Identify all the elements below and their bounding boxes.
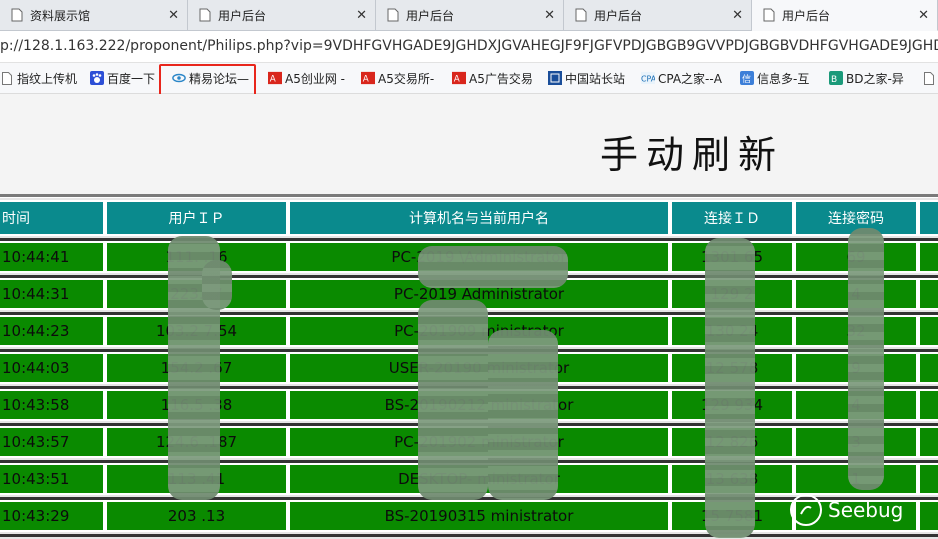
tab-strip: 资料展示馆 ✕ 用户后台 ✕ 用户后台 ✕ 用户后台 ✕ 用户后台 ✕ [0,0,938,31]
column-header-ip: 用户ＩＰ [105,200,288,236]
page-favicon-icon [198,8,212,22]
bookmark-item[interactable]: B BD之家-异 [829,69,904,87]
column-header-connection-id: 连接ＩＤ [670,200,794,236]
redaction-mosaic [202,260,232,310]
cell-time: 10:43:51 [0,463,105,495]
redaction-mosaic [705,238,755,538]
tab-title: 资料展示馆 [30,8,91,23]
page-favicon-icon [574,8,588,22]
svg-text:信: 信 [742,73,751,85]
bookmark-item[interactable]: 信 信息多-互 [740,69,809,87]
tab-4[interactable]: 用户后台 ✕ [752,0,938,31]
cell-extra [918,352,938,384]
cell-extra [918,500,938,532]
cell-time: 10:44:31 [0,278,105,310]
tab-title: 用户后台 [406,8,455,23]
close-icon[interactable]: ✕ [356,8,367,23]
bookmark-label: BD之家-异 [846,71,904,86]
bookmark-label: 指纹上传机 [17,71,78,86]
tab-title: 用户后台 [218,8,267,23]
redaction-mosaic [848,228,884,490]
svg-text:A: A [363,75,369,85]
cell-time: 10:43:57 [0,426,105,458]
bookmark-label: 信息多-互 [757,71,810,86]
page-header [0,94,938,194]
bookmark-item[interactable]: A A5交易所- [361,69,434,87]
redaction-mosaic [488,330,558,500]
page-favicon-icon [762,8,776,22]
cpa-logo-icon: CPA [641,71,655,85]
header-divider [0,194,938,197]
bookmark-item[interactable]: 中国站长站 [548,69,625,87]
bookmark-item[interactable]: A A5广告交易 [452,69,533,87]
bookmark-item[interactable]: 指纹上传机 [0,69,77,87]
manual-refresh-button[interactable]: 手动刷新 [600,124,784,179]
redaction-mosaic [418,300,488,500]
page-favicon-icon [10,8,24,22]
document-icon [0,71,14,85]
watermark-text: Seebug [828,498,904,522]
cell-computer-user: BS-20190315 ministrator [288,500,670,532]
tab-title: 用户后台 [782,8,831,23]
bookmark-label: A5创业网 - [285,71,345,86]
redaction-mosaic [418,246,568,288]
column-header-time: 时间 [0,200,105,236]
bookmark-label: A5交易所- [378,71,435,86]
column-header-extra [918,200,938,236]
cell-extra [918,315,938,347]
cell-extra [918,241,938,273]
bookmark-item[interactable] [922,69,938,87]
svg-text:CPA: CPA [641,75,655,84]
tab-0[interactable]: 资料展示馆 ✕ [0,0,188,30]
cell-time: 10:44:41 [0,241,105,273]
tab-1[interactable]: 用户后台 ✕ [188,0,376,30]
chinaz-logo-icon [548,71,562,85]
svg-text:A: A [454,75,460,85]
baidu-paw-icon [90,71,104,85]
bookmarks-bar: 指纹上传机 百度一下 精易论坛— A A5创业网 - A A5交易所- A A5… [0,63,938,94]
cell-extra [918,389,938,421]
cell-extra [918,278,938,310]
a5-logo-icon: A [268,71,282,85]
a5-logo-icon: A [361,71,375,85]
bookmark-label: 中国站长站 [565,71,626,86]
cell-time: 10:43:58 [0,389,105,421]
svg-text:B: B [831,75,837,85]
close-icon[interactable]: ✕ [168,8,179,23]
url-text[interactable]: p://128.1.163.222/proponent/Philips.php?… [0,38,938,54]
bd-logo-icon: B [829,71,843,85]
bookmark-item[interactable]: 百度一下 [90,69,155,87]
column-header-computer-user: 计算机名与当前用户名 [288,200,670,236]
cell-time: 10:44:03 [0,352,105,384]
cell-ip: 203 .13 [105,500,288,532]
bookmark-label: CPA之家--A [658,71,722,86]
close-icon[interactable]: ✕ [918,8,929,23]
close-icon[interactable]: ✕ [732,8,743,23]
tab-3[interactable]: 用户后台 ✕ [564,0,752,30]
a5-logo-icon: A [452,71,466,85]
bookmark-item[interactable]: CPA CPA之家--A [641,69,722,87]
address-bar[interactable]: p://128.1.163.222/proponent/Philips.php?… [0,31,938,63]
bookmark-label: 百度一下 [107,71,156,86]
seebug-watermark: Seebug [790,494,903,526]
seebug-logo-icon [790,494,822,526]
bookmark-item[interactable]: A A5创业网 - [268,69,345,87]
cell-extra [918,463,938,495]
page-favicon-icon [386,8,400,22]
row-separator [0,534,938,537]
cell-extra [918,426,938,458]
cell-time: 10:43:29 [0,500,105,532]
document-icon [922,71,936,85]
cell-time: 10:44:23 [0,315,105,347]
tab-2[interactable]: 用户后台 ✕ [376,0,564,30]
xinxi-logo-icon: 信 [740,71,754,85]
svg-text:A: A [270,75,276,85]
close-icon[interactable]: ✕ [544,8,555,23]
bookmark-label: A5广告交易 [469,71,533,86]
tab-title: 用户后台 [594,8,643,23]
